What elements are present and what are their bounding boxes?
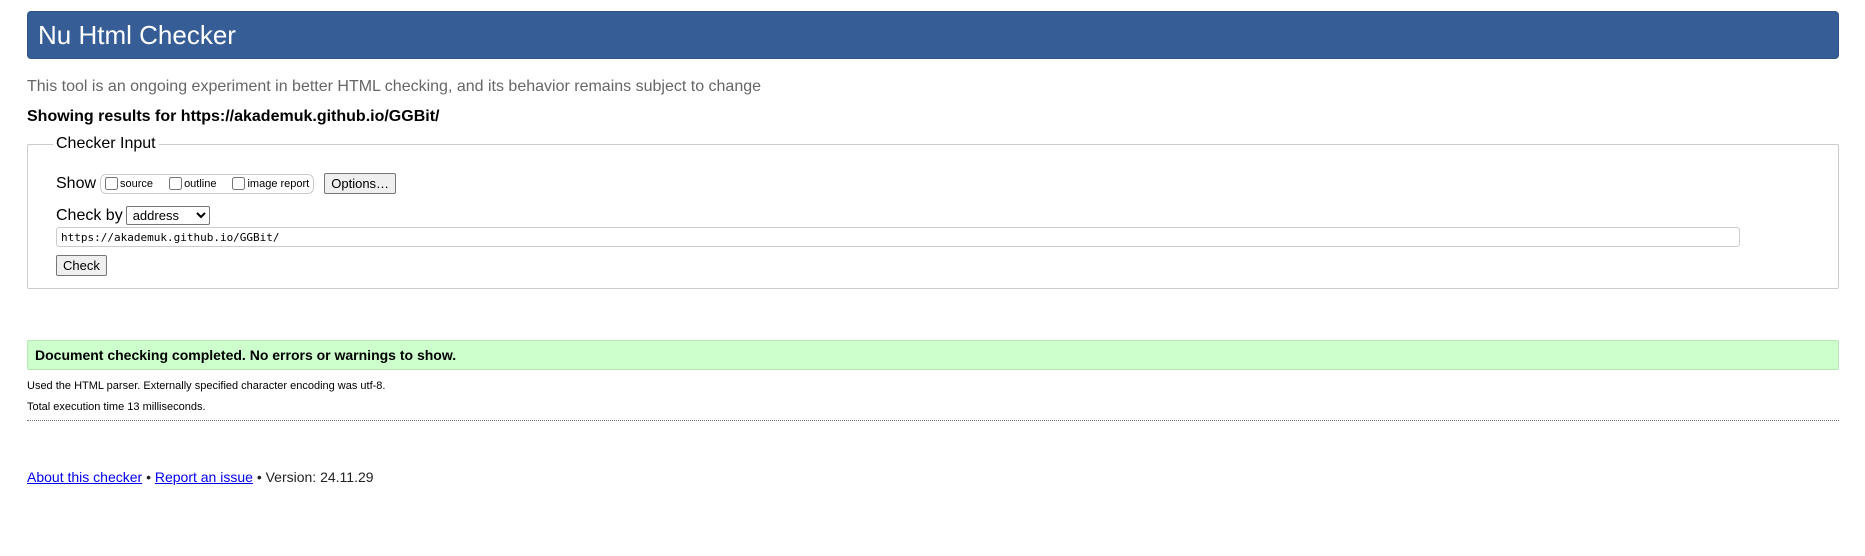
outline-checkbox[interactable] [169,177,183,190]
version-text: Version: 24.11.29 [265,469,374,485]
image-report-checkbox[interactable] [232,177,246,190]
check-by-select[interactable]: address [125,206,210,225]
check-button[interactable]: Check [56,255,107,276]
show-option-image-report[interactable]: image report [230,177,309,190]
check-by-row: Check by address [56,206,1810,225]
page: Nu Html Checker This tool is an ongoing … [27,11,1839,485]
divider [27,420,1839,421]
footer: About this checker • Report an issue • V… [27,469,1839,485]
show-options-group: source outline image report [100,173,315,194]
success-message-text: Document checking completed. No errors o… [35,347,457,363]
report-issue-link[interactable]: Report an issue [155,469,253,485]
source-checkbox[interactable] [105,177,119,190]
source-checkbox-label: source [120,177,154,190]
check-row: Check [56,255,1810,276]
execution-time: Total execution time 13 milliseconds. [27,401,206,413]
check-by-label: Check by [56,206,123,224]
show-row: Show source outline image report Options… [56,173,1810,194]
show-option-outline[interactable]: outline [167,177,216,190]
header-bar: Nu Html Checker [27,11,1839,59]
image-report-checkbox-label: image report [247,177,310,190]
page-title: Nu Html Checker [38,20,236,50]
checker-input-legend: Checker Input [56,135,156,152]
parser-info: Used the HTML parser. Externally specifi… [27,380,386,392]
footer-separator: • [146,469,151,485]
outline-checkbox-label: outline [184,177,217,190]
checker-input-fieldset: Checker Input Show source outline image … [27,135,1839,289]
result-details: Used the HTML parser. Externally specifi… [27,376,1839,418]
subtitle: This tool is an ongoing experiment in be… [27,78,762,95]
options-button[interactable]: Options… [324,173,397,194]
success-message: Document checking completed. No errors o… [27,340,1839,370]
about-link[interactable]: About this checker [27,469,142,485]
show-label: Show [56,174,97,192]
show-option-source[interactable]: source [103,177,153,190]
footer-separator-2: • [256,469,262,485]
url-input[interactable] [56,227,1740,247]
results-for-heading: Showing results for https://akademuk.git… [27,108,440,125]
